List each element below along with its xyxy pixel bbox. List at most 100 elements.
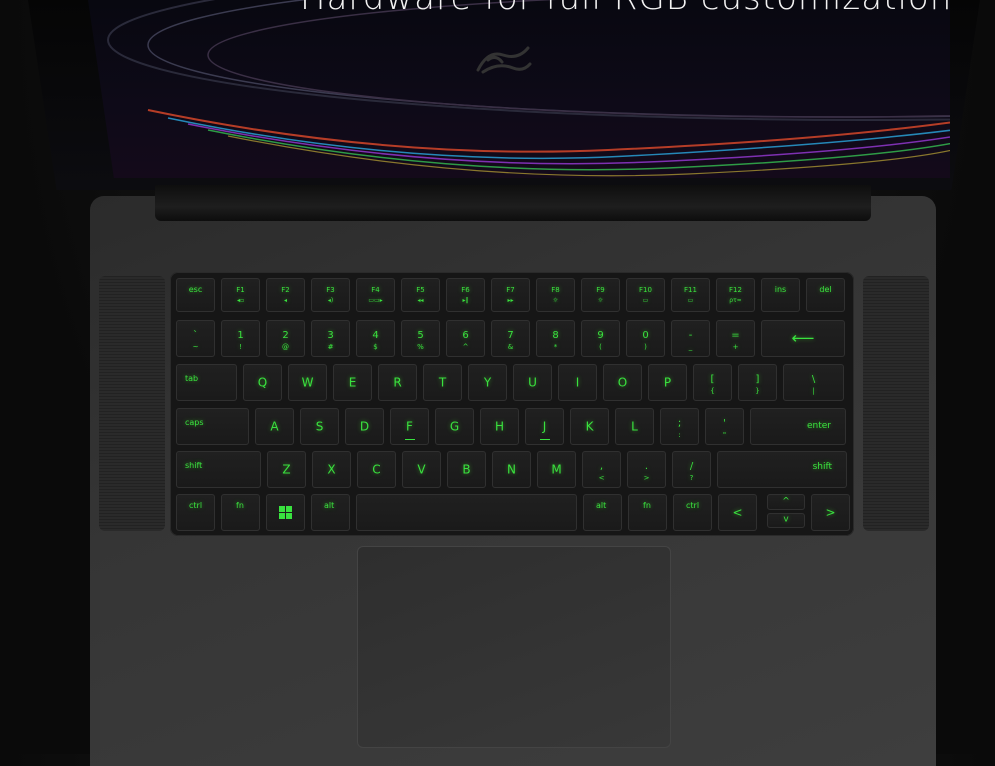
key-esc[interactable]: esc [176, 278, 215, 312]
key-legend: 8 [552, 330, 559, 342]
key-legend: } [755, 387, 760, 396]
key-f2[interactable]: F2 ◂ [266, 278, 305, 312]
key-e[interactable]: E [333, 364, 372, 401]
key-d[interactable]: D [345, 408, 384, 445]
key-ins[interactable]: ins [761, 278, 800, 312]
key-u[interactable]: U [513, 364, 552, 401]
key-slash[interactable]: /? [672, 451, 711, 488]
key-legend: % [417, 343, 424, 352]
key-legend: P [663, 374, 672, 389]
key-g[interactable]: G [435, 408, 474, 445]
key-shift-right[interactable]: shift [717, 451, 847, 488]
key-number-0[interactable]: ` ~ [176, 320, 215, 357]
key-del[interactable]: del [806, 278, 845, 312]
key-f8[interactable]: F8 ☼ [536, 278, 575, 312]
key-legend: Y [483, 374, 492, 389]
key-fn-left[interactable]: fn [221, 494, 260, 531]
key-v[interactable]: V [402, 451, 441, 488]
key-backspace[interactable]: ⟵ [761, 320, 845, 357]
key-legend: [ [710, 374, 715, 386]
key-p[interactable]: P [648, 364, 687, 401]
key-comma[interactable]: , < [582, 451, 621, 488]
key-ctrl-right[interactable]: ctrl [673, 494, 712, 531]
key-legend: ▭ [687, 297, 694, 304]
key-f9[interactable]: F9 ☼ [581, 278, 620, 312]
key-r[interactable]: R [378, 364, 417, 401]
key-number-9[interactable]: 9( [581, 320, 620, 357]
key-ctrl-left[interactable]: ctrl [176, 494, 215, 531]
key-spacebar[interactable] [356, 494, 577, 531]
key-legend: N [507, 461, 516, 476]
key-caps[interactable]: caps [176, 408, 249, 445]
key-n[interactable]: N [492, 451, 531, 488]
key-alt-right[interactable]: alt [583, 494, 622, 531]
key-k[interactable]: K [570, 408, 609, 445]
key-number-7[interactable]: 7 & [491, 320, 530, 357]
key-legend: E [348, 374, 357, 389]
key-j[interactable]: J [525, 408, 564, 445]
key-bracket-1[interactable]: ]} [738, 364, 777, 401]
key-i[interactable]: I [558, 364, 597, 401]
key-x[interactable]: X [312, 451, 351, 488]
key-number-5[interactable]: 5% [401, 320, 440, 357]
key-f10[interactable]: F10 ▭ [626, 278, 665, 312]
key-period[interactable]: . > [627, 451, 666, 488]
key-number-4[interactable]: 4 $ [356, 320, 395, 357]
key-f11[interactable]: F11 ▭ [671, 278, 710, 312]
key-legend: ` [193, 330, 198, 342]
key-h[interactable]: H [480, 408, 519, 445]
key-number-12[interactable]: = + [716, 320, 755, 357]
key-alt-left[interactable]: alt [311, 494, 350, 531]
key-f3[interactable]: F3 ◂) [311, 278, 350, 312]
key-legend: D [359, 418, 370, 433]
key-m[interactable]: M [537, 451, 576, 488]
key-f1[interactable]: F1 ◂▫ [221, 278, 260, 312]
key-number-1[interactable]: 1! [221, 320, 260, 357]
key-q[interactable]: Q [243, 364, 282, 401]
key-y[interactable]: Y [468, 364, 507, 401]
key-number-11[interactable]: - _ [671, 320, 710, 357]
key-t[interactable]: T [423, 364, 462, 401]
key-f4[interactable]: F4 ▭▭▸ [356, 278, 395, 312]
key-f7[interactable]: F7 ▸▸ [491, 278, 530, 312]
key-legend: F12 [729, 286, 742, 294]
key-legend: ~ [192, 343, 199, 352]
key-arrow-right[interactable]: > [811, 494, 850, 531]
key-number-3[interactable]: 3 # [311, 320, 350, 357]
key-bracket-2[interactable]: \ | [783, 364, 844, 401]
key-bracket-0[interactable]: [{ [693, 364, 732, 401]
key-quote[interactable]: ' " [705, 408, 744, 445]
key-semicolon[interactable]: ;: [660, 408, 699, 445]
key-number-2[interactable]: 2 @ [266, 320, 305, 357]
function-row: esc F1 ◂▫ F2 ◂ F3 ◂) F4 ▭▭▸ F5 ◂◂ F6 ▸‖ F7 ▸▸ F8 ☼ F9 ☼ F10… [176, 278, 845, 312]
key-s[interactable]: S [300, 408, 339, 445]
key-arrow-left[interactable]: < [718, 494, 757, 531]
key-b[interactable]: B [447, 451, 486, 488]
key-number-6[interactable]: 6 ^ [446, 320, 485, 357]
key-l[interactable]: L [615, 408, 654, 445]
key-shift-left[interactable]: shift [176, 451, 261, 488]
key-legend: 4 [372, 330, 379, 342]
key-legend: ^ [462, 343, 469, 352]
key-fn-right[interactable]: fn [628, 494, 667, 531]
key-number-8[interactable]: 8 * [536, 320, 575, 357]
key-enter[interactable]: enter [750, 408, 846, 445]
key-o[interactable]: O [603, 364, 642, 401]
key-f[interactable]: F [390, 408, 429, 445]
key-f5[interactable]: F5 ◂◂ [401, 278, 440, 312]
key-legend: & [507, 343, 514, 352]
key-c[interactable]: C [357, 451, 396, 488]
key-tab[interactable]: tab [176, 364, 237, 401]
key-f6[interactable]: F6 ▸‖ [446, 278, 485, 312]
key-w[interactable]: W [288, 364, 327, 401]
key-windows[interactable] [266, 494, 305, 531]
key-z[interactable]: Z [267, 451, 306, 488]
key-arrow-down[interactable]: v [767, 512, 805, 528]
key-legend: 0 [642, 330, 649, 342]
trackpad[interactable] [357, 546, 671, 748]
key-legend: - [688, 330, 693, 342]
key-a[interactable]: A [255, 408, 294, 445]
key-arrow-up[interactable]: ^ [767, 494, 805, 510]
key-f12[interactable]: F12 ρτ≈ [716, 278, 755, 312]
key-number-10[interactable]: 0) [626, 320, 665, 357]
